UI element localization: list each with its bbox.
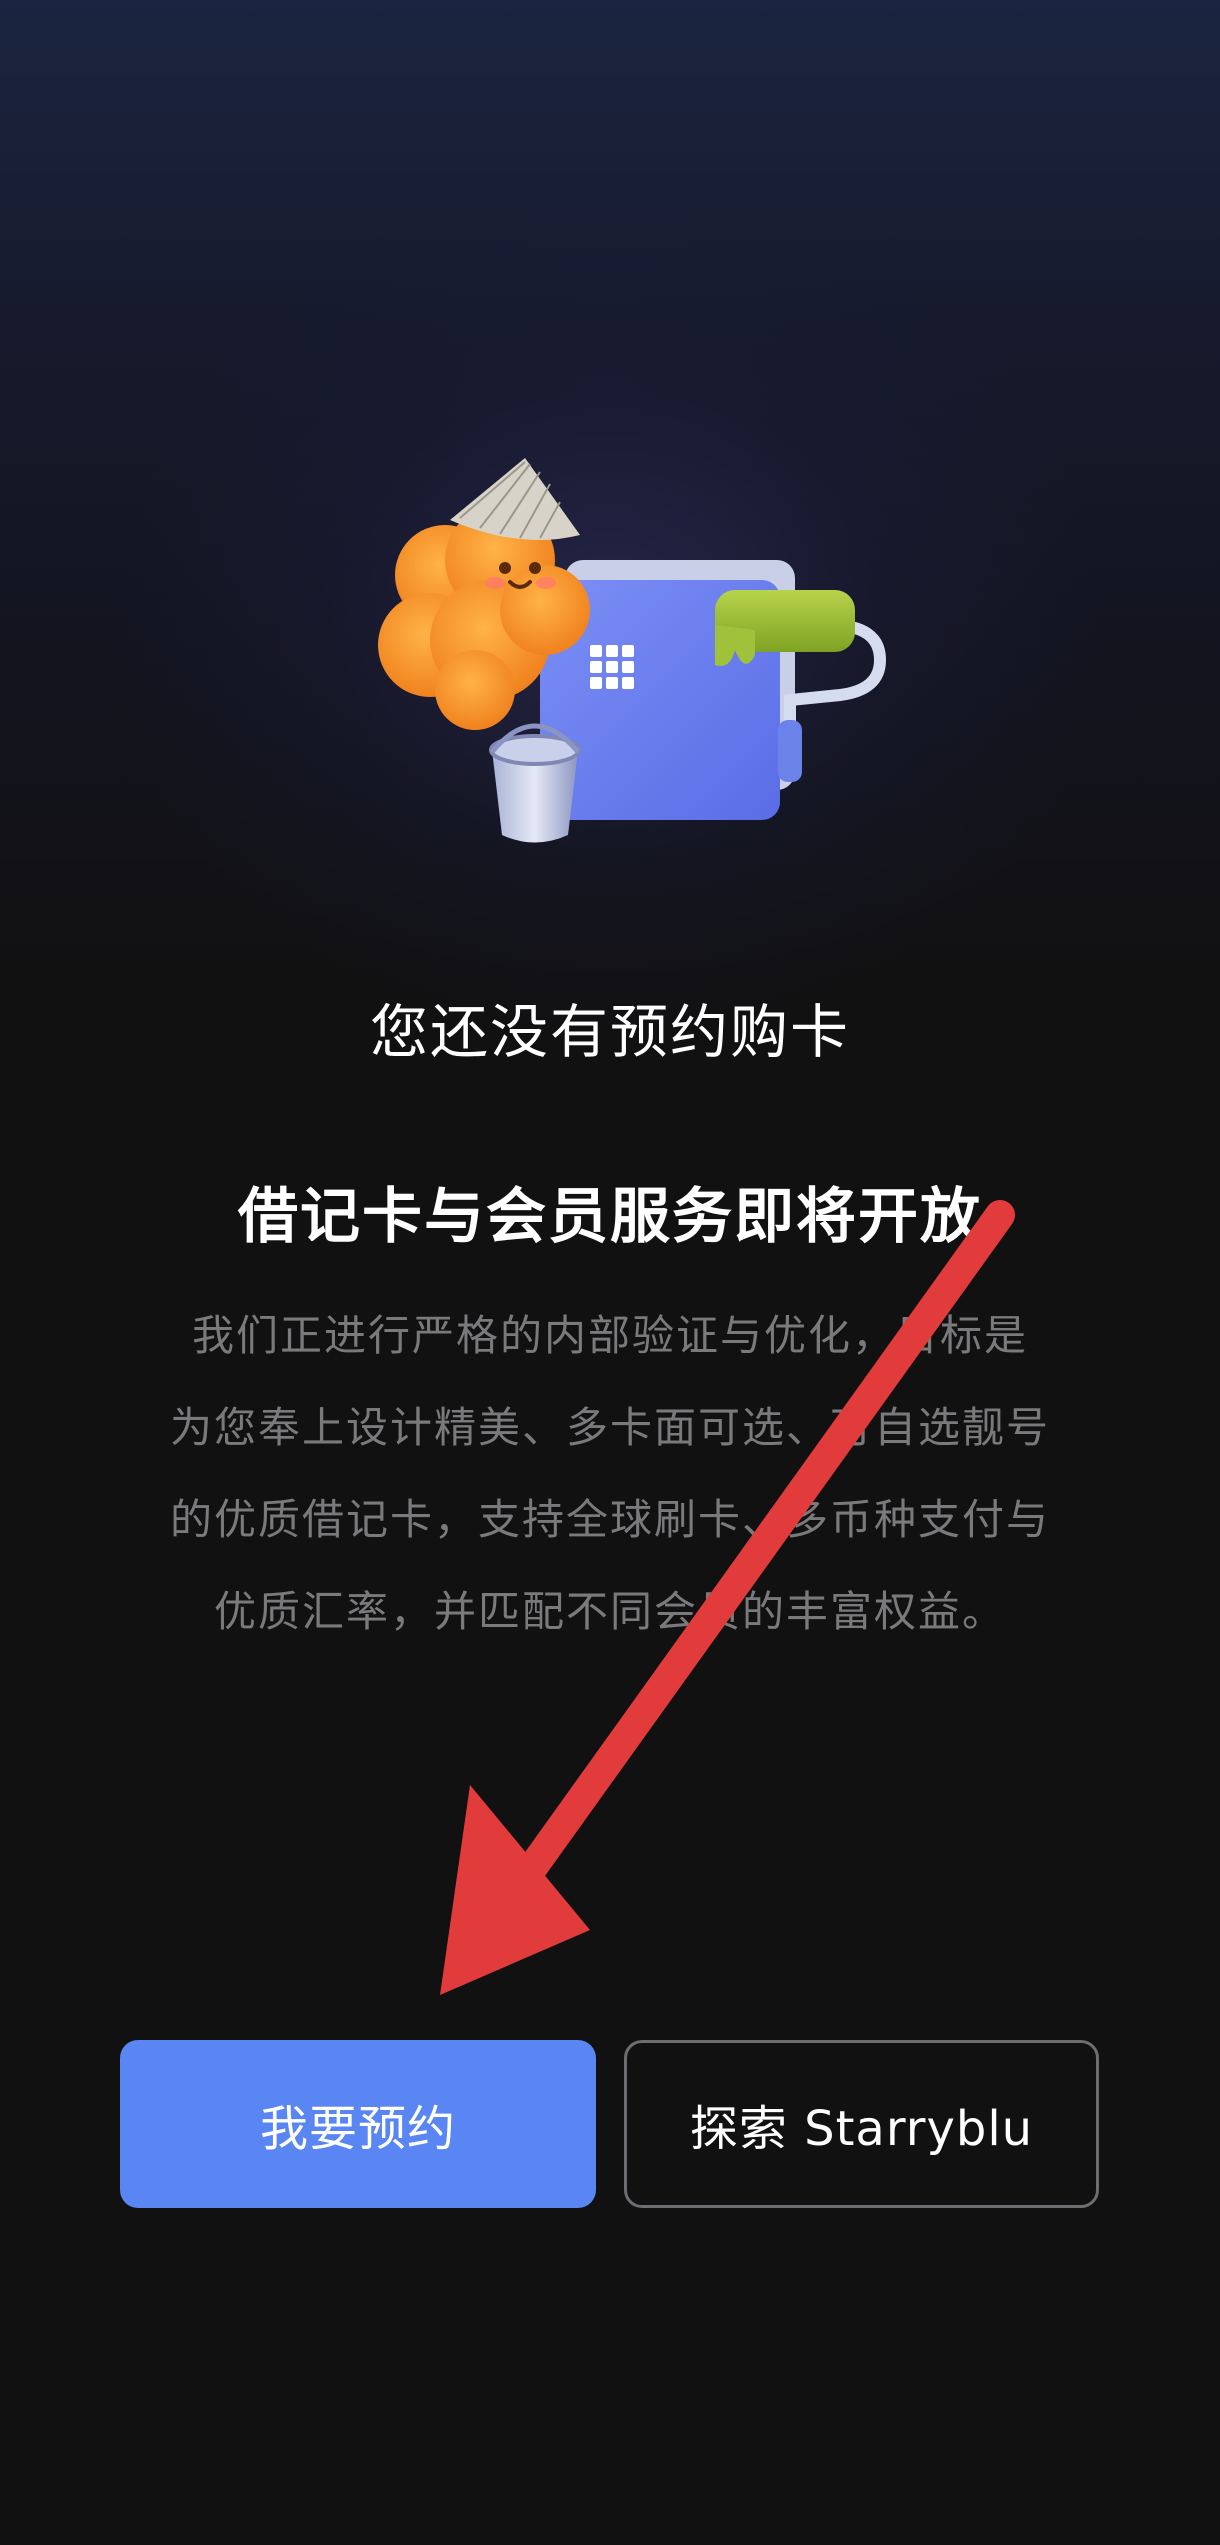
- explore-button-label: 探索 Starryblu: [689, 2101, 1034, 2157]
- description-line: 我们正进行严格的内部验证与优化，目标是: [191, 1311, 1028, 1360]
- explore-starryblu-button[interactable]: 探索 Starryblu: [624, 2040, 1099, 2208]
- empty-state-subtitle: 借记卡与会员服务即将开放: [238, 1182, 982, 1252]
- empty-state-title: 您还没有预约购卡: [369, 998, 850, 1066]
- description-line: 优质汇率，并匹配不同会员的丰富权益。: [213, 1587, 1006, 1636]
- empty-state-description: 我们正进行严格的内部验证与优化，目标是 为您奉上设计精美、多卡面可选、可自选靓号…: [150, 1290, 1070, 1658]
- card-mascot-illustration: [350, 450, 890, 870]
- description-line: 为您奉上设计精美、多卡面可选、可自选靓号: [169, 1403, 1050, 1452]
- reserve-button-label: 我要预约: [259, 2101, 456, 2157]
- description-line: 的优质借记卡，支持全球刷卡、多币种支付与: [169, 1495, 1050, 1544]
- reserve-button[interactable]: 我要预约: [120, 2040, 596, 2208]
